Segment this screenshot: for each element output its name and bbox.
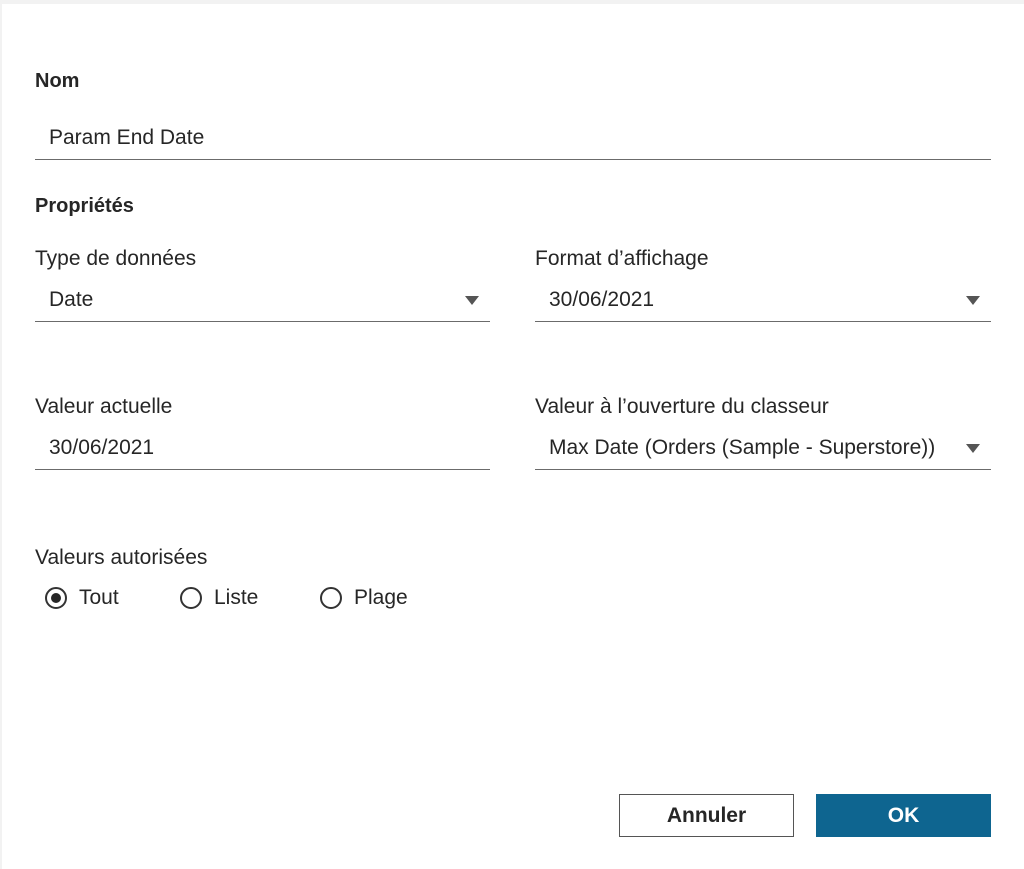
- allowed-values-label: Valeurs autorisées: [35, 546, 208, 569]
- name-input-value: Param End Date: [49, 126, 205, 149]
- cancel-button[interactable]: Annuler: [619, 794, 794, 837]
- radio-label-tout: Tout: [79, 586, 119, 609]
- display-format-dropdown[interactable]: 30/06/2021: [535, 280, 991, 322]
- radio-option-tout[interactable]: Tout: [45, 586, 180, 610]
- workbook-open-value-dropdown[interactable]: Max Date (Orders (Sample - Superstore)): [535, 428, 991, 470]
- allowed-values-radio-group: Tout Liste Plage: [45, 586, 408, 610]
- name-input[interactable]: Param End Date: [35, 118, 991, 160]
- display-format-value: 30/06/2021: [549, 288, 655, 311]
- radio-option-liste[interactable]: Liste: [180, 586, 320, 610]
- radio-label-plage: Plage: [354, 586, 408, 609]
- display-format-label: Format d’affichage: [535, 247, 709, 270]
- data-type-value: Date: [49, 288, 94, 311]
- chevron-down-icon: [966, 444, 980, 453]
- chevron-down-icon: [966, 296, 980, 305]
- radio-unselected-icon[interactable]: [320, 587, 342, 609]
- radio-option-plage[interactable]: Plage: [320, 586, 408, 610]
- data-type-label: Type de données: [35, 247, 197, 270]
- workbook-open-value-value: Max Date (Orders (Sample - Superstore)): [549, 436, 936, 459]
- radio-unselected-icon[interactable]: [180, 587, 202, 609]
- workbook-open-value-label: Valeur à l’ouverture du classeur: [535, 395, 829, 418]
- radio-label-liste: Liste: [214, 586, 259, 609]
- name-section-label: Nom: [35, 70, 80, 92]
- current-value-value: 30/06/2021: [49, 436, 155, 459]
- ok-button[interactable]: OK: [816, 794, 991, 837]
- chevron-down-icon: [465, 296, 479, 305]
- current-value-input[interactable]: 30/06/2021: [35, 428, 490, 470]
- current-value-label: Valeur actuelle: [35, 395, 173, 418]
- radio-selected-icon[interactable]: [45, 587, 67, 609]
- properties-section-label: Propriétés: [35, 195, 134, 217]
- parameter-dialog: Nom Param End Date Propriétés Type de do…: [2, 4, 1024, 869]
- data-type-dropdown[interactable]: Date: [35, 280, 490, 322]
